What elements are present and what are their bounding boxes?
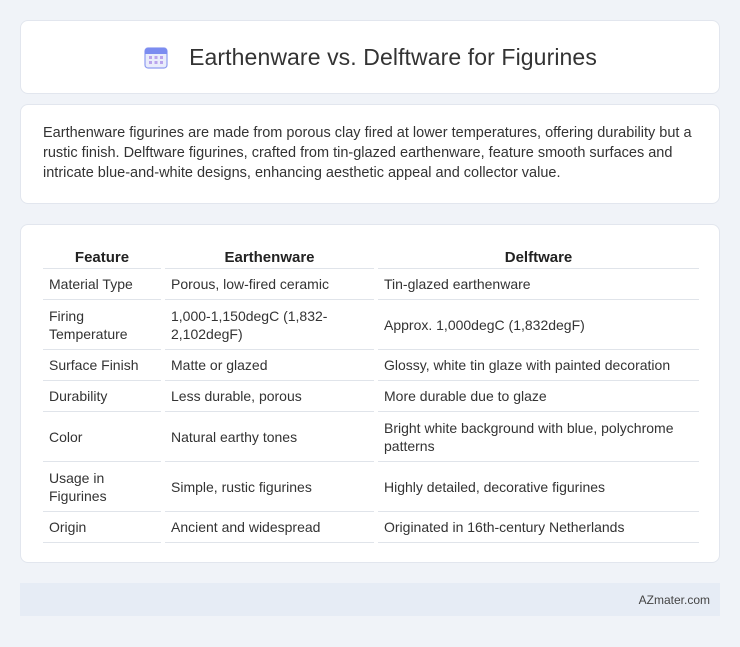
intro-card: Earthenware figurines are made from poro…	[20, 104, 720, 204]
delftware-cell: Originated in 16th-century Netherlands	[374, 511, 699, 543]
header-delftware: Delftware	[374, 245, 699, 269]
table-row: Material Type Porous, low-fired ceramic …	[43, 268, 699, 300]
feature-cell: Surface Finish	[43, 349, 163, 381]
page-title: Earthenware vs. Delftware for Figurines	[189, 43, 597, 70]
delftware-cell: Highly detailed, decorative figurines	[374, 461, 699, 512]
feature-cell: Usage in Figurines	[43, 461, 163, 512]
title-card: Earthenware vs. Delftware for Figurines	[20, 20, 720, 94]
earthenware-cell: Simple, rustic figurines	[161, 461, 376, 512]
calendar-icon	[144, 47, 168, 69]
table-row: Usage in Figurines Simple, rustic figuri…	[43, 461, 699, 512]
feature-cell: Origin	[43, 511, 163, 543]
table-row: Firing Temperature 1,000-1,150degC (1,83…	[43, 299, 699, 350]
feature-cell: Durability	[43, 380, 163, 412]
feature-cell: Color	[43, 411, 163, 462]
source-link[interactable]: AZmater.com	[639, 593, 710, 607]
table-header-row: Feature Earthenware Delftware	[43, 245, 699, 269]
feature-cell: Firing Temperature	[43, 299, 163, 350]
header-earthenware: Earthenware	[161, 245, 376, 269]
earthenware-cell: Porous, low-fired ceramic	[161, 268, 376, 300]
table-row: Durability Less durable, porous More dur…	[43, 380, 699, 412]
intro-text: Earthenware figurines are made from poro…	[43, 125, 692, 181]
feature-cell: Material Type	[43, 268, 163, 300]
earthenware-cell: Matte or glazed	[161, 349, 376, 381]
earthenware-cell: Ancient and widespread	[161, 511, 376, 543]
delftware-cell: Approx. 1,000degC (1,832degF)	[374, 299, 699, 350]
delftware-cell: Tin-glazed earthenware	[374, 268, 699, 300]
footer-bar: AZmater.com	[20, 583, 720, 616]
table-row: Origin Ancient and widespread Originated…	[43, 511, 699, 543]
comparison-card: Feature Earthenware Delftware Material T…	[20, 224, 720, 563]
delftware-cell: Glossy, white tin glaze with painted dec…	[374, 349, 699, 381]
table-row: Color Natural earthy tones Bright white …	[43, 411, 699, 462]
delftware-cell: Bright white background with blue, polyc…	[374, 411, 699, 462]
comparison-table: Feature Earthenware Delftware Material T…	[43, 245, 699, 543]
earthenware-cell: 1,000-1,150degC (1,832-2,102degF)	[161, 299, 376, 350]
header-feature: Feature	[43, 245, 163, 269]
table-row: Surface Finish Matte or glazed Glossy, w…	[43, 349, 699, 381]
earthenware-cell: Less durable, porous	[161, 380, 376, 412]
earthenware-cell: Natural earthy tones	[161, 411, 376, 462]
delftware-cell: More durable due to glaze	[374, 380, 699, 412]
